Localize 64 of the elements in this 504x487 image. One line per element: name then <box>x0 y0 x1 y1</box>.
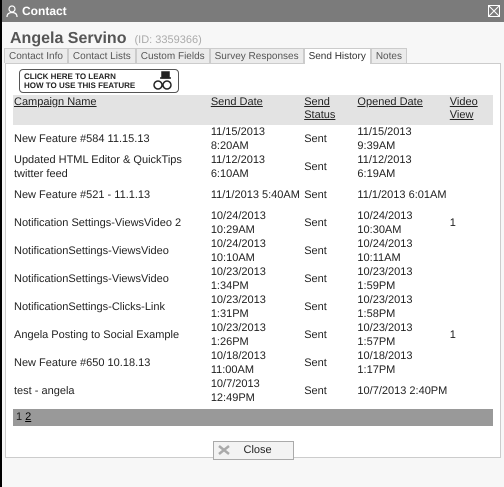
table-cell: Angela Posting to Social Example <box>14 329 180 341</box>
table-cell: 11/1/2013 5:40AM <box>210 189 300 201</box>
table-cell: 10/7/2013 12:49PM <box>210 378 260 404</box>
table-cell: 10/23/2013 1:58PM <box>357 294 412 320</box>
table-cell: 11/15/2013 9:39AM <box>357 126 412 152</box>
column-header[interactable]: Opened Date <box>357 96 423 109</box>
close-button[interactable]: Close <box>212 440 294 460</box>
table-cell: 10/23/2013 1:59PM <box>357 266 412 292</box>
help-text: CLICK HERE TO LEARN HOW TO USE THIS FEATURE <box>24 72 136 90</box>
tab[interactable]: Notes <box>370 48 407 63</box>
table-cell: 10/7/2013 2:40PM <box>357 385 448 397</box>
tab[interactable]: Send History <box>304 48 371 64</box>
tab[interactable]: Survey Responses <box>210 48 304 63</box>
table-cell: Sent <box>304 329 327 341</box>
window-title: Contact <box>22 3 67 20</box>
contact-name: Angela Servino <box>10 29 126 49</box>
table-cell: Sent <box>304 273 327 285</box>
table-cell: 10/23/2013 1:31PM <box>210 294 266 320</box>
table-cell: 10/24/2013 10:11AM <box>357 238 412 264</box>
table-cell: Sent <box>304 161 327 173</box>
x-icon <box>218 445 230 455</box>
table-cell: 10/24/2013 10:29AM <box>210 210 266 236</box>
column-header[interactable]: Send Status <box>304 96 356 122</box>
column-header[interactable]: Send Date <box>210 96 263 109</box>
column-header[interactable]: Video View <box>450 96 492 122</box>
table-cell: New Feature #650 10.18.13 <box>14 357 150 369</box>
table-cell: NotificationSettings-ViewsVideo <box>14 245 169 257</box>
table-cell: 10/18/2013 1:17PM <box>357 350 412 376</box>
table-cell: Sent <box>304 245 327 257</box>
table-cell: NotificationSettings-Clicks-Link <box>14 301 165 313</box>
table-cell: 10/23/2013 1:26PM <box>210 322 266 348</box>
table-cell: 11/1/2013 6:01AM <box>357 189 446 201</box>
tab[interactable]: Contact Lists <box>68 48 136 63</box>
table-cell: 10/24/2013 10:30AM <box>357 210 412 236</box>
table-cell: 10/24/2013 10:10AM <box>210 238 266 264</box>
table-cell: 10/23/2013 1:57PM <box>357 322 412 348</box>
table-cell: Sent <box>304 189 327 201</box>
table-cell: 1 <box>450 329 456 341</box>
page-link[interactable]: 2 <box>25 409 32 426</box>
table-cell: 11/15/2013 8:20AM <box>210 126 266 152</box>
table-cell: Sent <box>304 357 327 369</box>
contact-id: (ID: 3359366) <box>134 33 202 48</box>
table-cell: New Feature #521 - 11.1.13 <box>14 189 150 201</box>
tab[interactable]: Contact Info <box>4 48 68 63</box>
table-cell: Sent <box>304 301 327 313</box>
table-cell: 10/23/2013 1:34PM <box>210 266 266 292</box>
tab[interactable]: Custom Fields <box>136 48 210 63</box>
page-link[interactable]: 1 <box>16 409 22 426</box>
table-cell: 1 <box>450 217 456 229</box>
help-banner[interactable]: CLICK HERE TO LEARN HOW TO USE THIS FEATURE <box>19 69 179 93</box>
table-cell: Sent <box>304 133 327 145</box>
table-cell: 11/12/2013 6:10AM <box>210 154 266 180</box>
person-icon <box>6 5 18 17</box>
column-header[interactable]: Campaign Name <box>14 96 97 109</box>
table-cell: 11/12/2013 6:19AM <box>357 154 412 180</box>
table-cell: 10/18/2013 11:00AM <box>210 350 266 376</box>
close-icon[interactable] <box>488 5 500 17</box>
table-cell: Sent <box>304 385 327 397</box>
table-cell: test - angela <box>14 385 75 397</box>
table-cell: New Feature #584 11.15.13 <box>14 133 150 145</box>
table-cell: Sent <box>304 217 327 229</box>
table-cell: NotificationSettings-ViewsVideo <box>14 273 169 285</box>
table-cell: Updated HTML Editor & QuickTips twitter feed <box>14 154 182 180</box>
table-cell: Notification Settings-ViewsVideo 2 <box>14 217 182 229</box>
